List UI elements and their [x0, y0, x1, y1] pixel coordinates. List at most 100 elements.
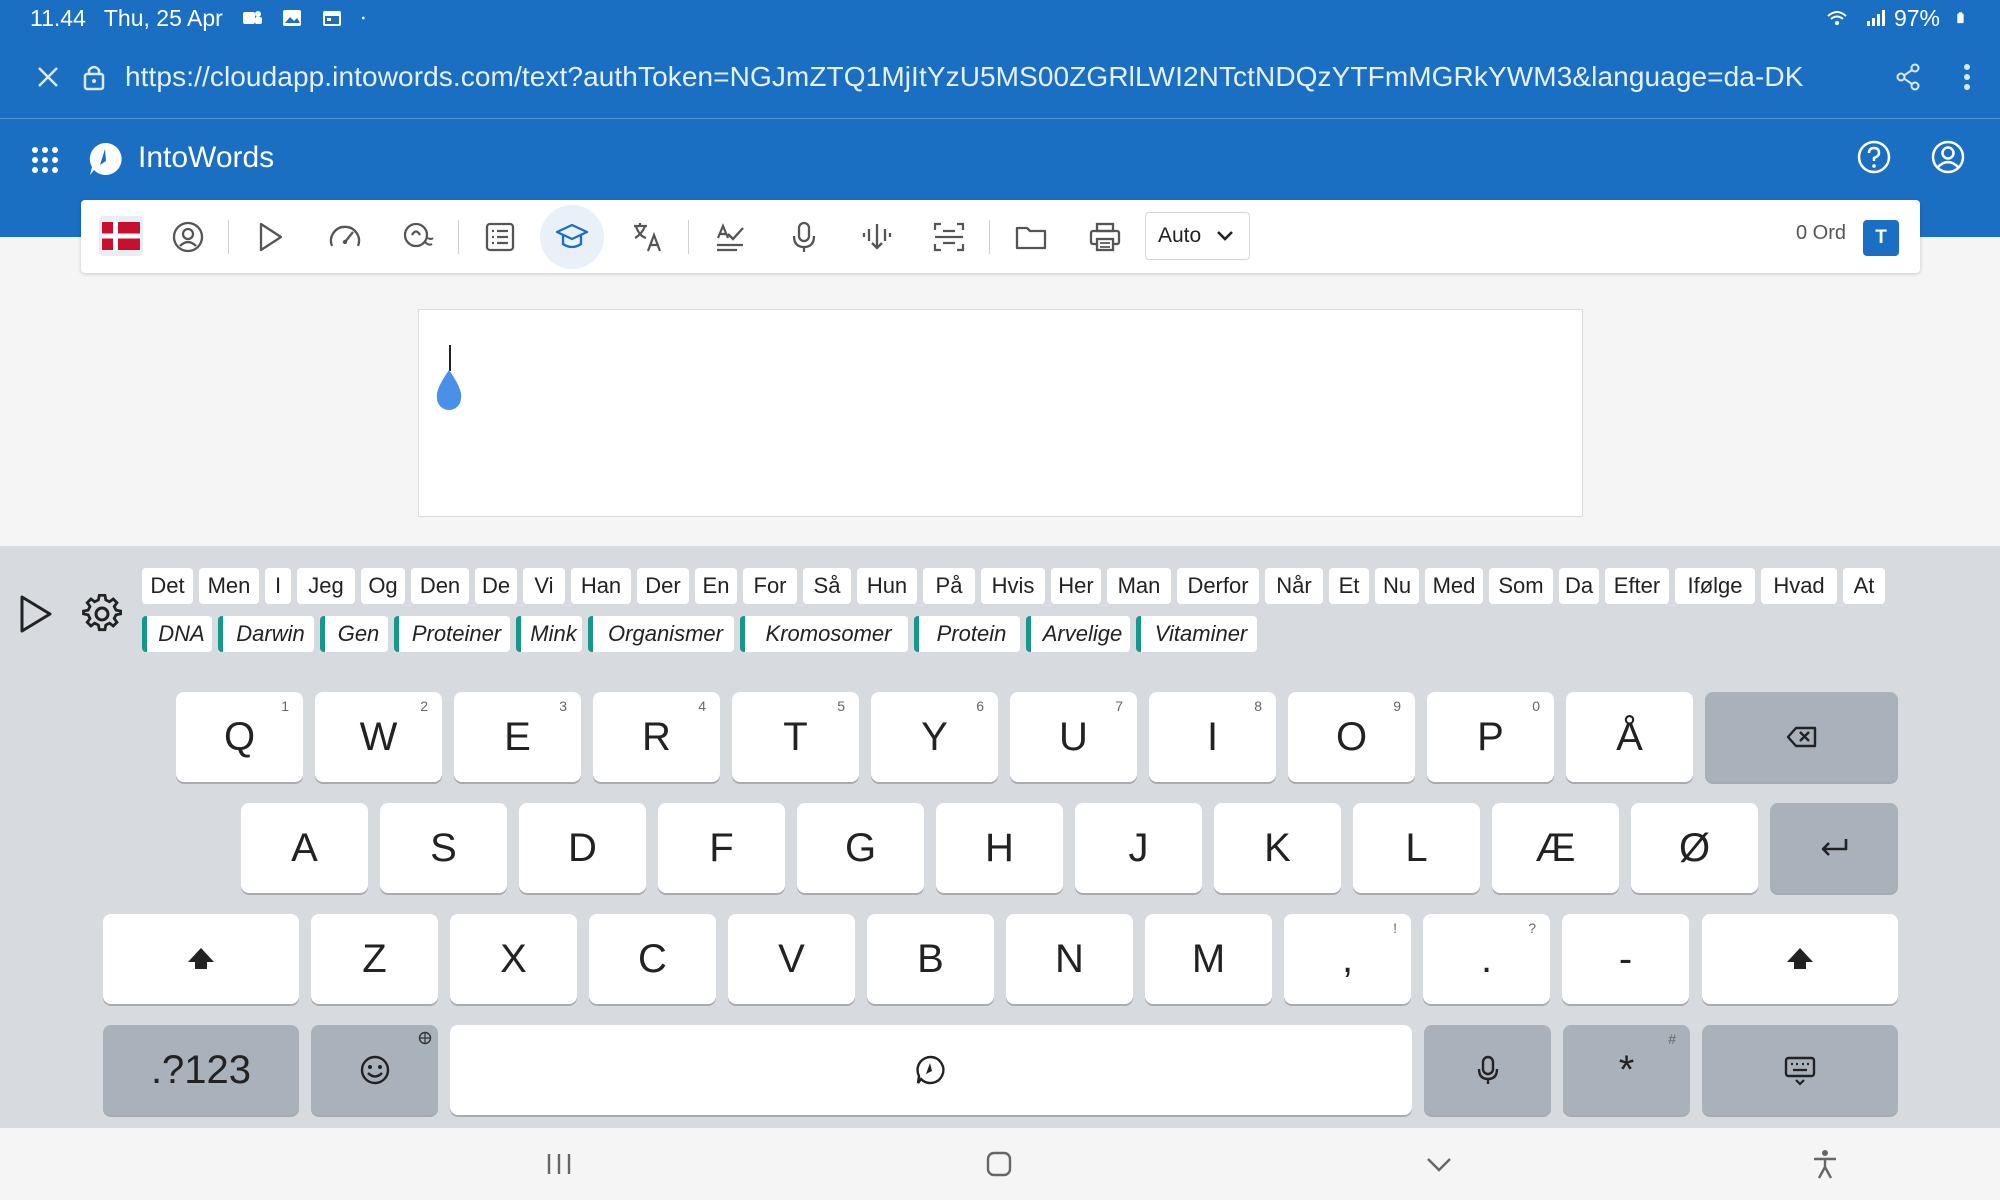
- key-v[interactable]: V: [728, 914, 855, 1004]
- word-list-button[interactable]: [477, 214, 523, 260]
- topic-suggestion-chip[interactable]: Kromosomer: [740, 616, 908, 652]
- suggestion-chip[interactable]: En: [695, 568, 737, 604]
- key-f[interactable]: F: [658, 803, 785, 893]
- topic-suggestion-chip[interactable]: Proteiner: [394, 616, 510, 652]
- suggestion-chip[interactable]: Nu: [1375, 568, 1419, 604]
- key-m[interactable]: M: [1145, 914, 1272, 1004]
- key-n[interactable]: N: [1006, 914, 1133, 1004]
- key-l[interactable]: L: [1353, 803, 1480, 893]
- key-y[interactable]: Y6: [871, 692, 998, 782]
- suggestion-chip[interactable]: Det: [142, 568, 193, 604]
- suggestion-chip[interactable]: I: [265, 568, 291, 604]
- key-g[interactable]: G: [797, 803, 924, 893]
- suggestion-chip[interactable]: Et: [1329, 568, 1369, 604]
- key-æ[interactable]: Æ: [1492, 803, 1619, 893]
- scan-text-button[interactable]: [926, 214, 972, 260]
- translate-button[interactable]: [625, 214, 671, 260]
- topic-suggestion-chip[interactable]: Organismer: [588, 616, 734, 652]
- topic-suggestion-chip[interactable]: Darwin: [218, 616, 314, 652]
- key-k[interactable]: K: [1214, 803, 1341, 893]
- suggestion-chip[interactable]: Der: [637, 568, 689, 604]
- key-w[interactable]: W2: [315, 692, 442, 782]
- hide-keyboard-icon[interactable]: [1423, 1148, 1455, 1180]
- open-folder-button[interactable]: [1008, 214, 1054, 260]
- dictation-button[interactable]: [781, 214, 827, 260]
- space-key[interactable]: [450, 1025, 1412, 1115]
- spell-check-button[interactable]: [707, 214, 753, 260]
- suggestion-chip[interactable]: For: [743, 568, 797, 604]
- suggestion-chip[interactable]: Efter: [1605, 568, 1669, 604]
- key-period[interactable]: .?: [1423, 914, 1550, 1004]
- topic-suggestion-chip[interactable]: Mink: [516, 616, 582, 652]
- suggestion-chip[interactable]: Da: [1559, 568, 1599, 604]
- account-icon[interactable]: [1930, 139, 1966, 175]
- shift-key-left[interactable]: [103, 914, 299, 1004]
- suggestion-chip[interactable]: Jeg: [297, 568, 355, 604]
- speed-mode-dropdown[interactable]: Auto: [1145, 212, 1250, 260]
- suggestion-chip[interactable]: Hvad: [1761, 568, 1837, 604]
- key-x[interactable]: X: [450, 914, 577, 1004]
- topic-suggestion-chip[interactable]: DNA: [142, 616, 212, 652]
- suggestion-chip[interactable]: Og: [361, 568, 405, 604]
- key-å[interactable]: Å: [1566, 692, 1693, 782]
- key-t[interactable]: T5: [732, 692, 859, 782]
- suggestion-chip[interactable]: Hun: [857, 568, 917, 604]
- play-button[interactable]: [247, 214, 293, 260]
- suggestion-chip[interactable]: Han: [571, 568, 631, 604]
- key-r[interactable]: R4: [593, 692, 720, 782]
- keyboard-settings-key[interactable]: [1702, 1025, 1898, 1115]
- recent-apps-icon[interactable]: [543, 1148, 575, 1180]
- suggestion-chip[interactable]: Man: [1107, 568, 1171, 604]
- accessibility-icon[interactable]: [1809, 1148, 1841, 1180]
- word-prediction-button[interactable]: [854, 214, 900, 260]
- topic-suggestion-chip[interactable]: Gen: [320, 616, 388, 652]
- emoji-key[interactable]: [311, 1025, 438, 1115]
- key-j[interactable]: J: [1075, 803, 1202, 893]
- share-icon[interactable]: [1893, 62, 1923, 92]
- suggestion-chip[interactable]: De: [475, 568, 517, 604]
- cursor-handle-icon[interactable]: [433, 368, 465, 410]
- apps-grid-icon[interactable]: [30, 145, 60, 175]
- shift-key-right[interactable]: [1702, 914, 1898, 1004]
- suggestion-chip[interactable]: At: [1843, 568, 1885, 604]
- key-a[interactable]: A: [241, 803, 368, 893]
- backspace-key[interactable]: [1705, 692, 1898, 782]
- suggestion-chip[interactable]: Med: [1425, 568, 1483, 604]
- home-icon[interactable]: [983, 1148, 1015, 1180]
- suggestion-chip[interactable]: Derfor: [1177, 568, 1259, 604]
- topic-suggestion-chip[interactable]: Protein: [914, 616, 1020, 652]
- key-p[interactable]: P0: [1427, 692, 1554, 782]
- key-h[interactable]: H: [936, 803, 1063, 893]
- print-button[interactable]: [1082, 214, 1128, 260]
- star-key[interactable]: * #: [1563, 1025, 1690, 1115]
- text-editor[interactable]: [418, 309, 1583, 517]
- suggestion-chip[interactable]: På: [923, 568, 975, 604]
- topic-suggestion-chip[interactable]: Arvelige: [1026, 616, 1130, 652]
- key-u[interactable]: U7: [1010, 692, 1137, 782]
- key-d[interactable]: D: [519, 803, 646, 893]
- key-b[interactable]: B: [867, 914, 994, 1004]
- voice-settings-button[interactable]: [395, 214, 441, 260]
- key-comma[interactable]: ,!: [1284, 914, 1411, 1004]
- key-s[interactable]: S: [380, 803, 507, 893]
- suggestion-chip[interactable]: Vi: [523, 568, 565, 604]
- suggestion-chip[interactable]: Som: [1489, 568, 1553, 604]
- key-hyphen[interactable]: -: [1562, 914, 1689, 1004]
- suggestion-chip[interactable]: Her: [1051, 568, 1101, 604]
- key-e[interactable]: E3: [454, 692, 581, 782]
- suggestion-chip[interactable]: Så: [803, 568, 851, 604]
- key-i[interactable]: I8: [1149, 692, 1276, 782]
- language-flag-button[interactable]: [99, 216, 143, 256]
- voice-input-key[interactable]: [1424, 1025, 1551, 1115]
- suggestion-chip[interactable]: Men: [199, 568, 259, 604]
- close-tab-icon[interactable]: [33, 62, 63, 92]
- lock-icon[interactable]: [81, 62, 107, 92]
- gear-icon[interactable]: [82, 594, 122, 634]
- help-icon[interactable]: [1856, 139, 1892, 175]
- key-o[interactable]: O9: [1288, 692, 1415, 782]
- speak-profile-button[interactable]: [165, 214, 211, 260]
- enter-key[interactable]: [1770, 803, 1898, 893]
- suggestion-play-icon[interactable]: [18, 594, 54, 634]
- key-ø[interactable]: Ø: [1631, 803, 1758, 893]
- key-q[interactable]: Q1: [176, 692, 303, 782]
